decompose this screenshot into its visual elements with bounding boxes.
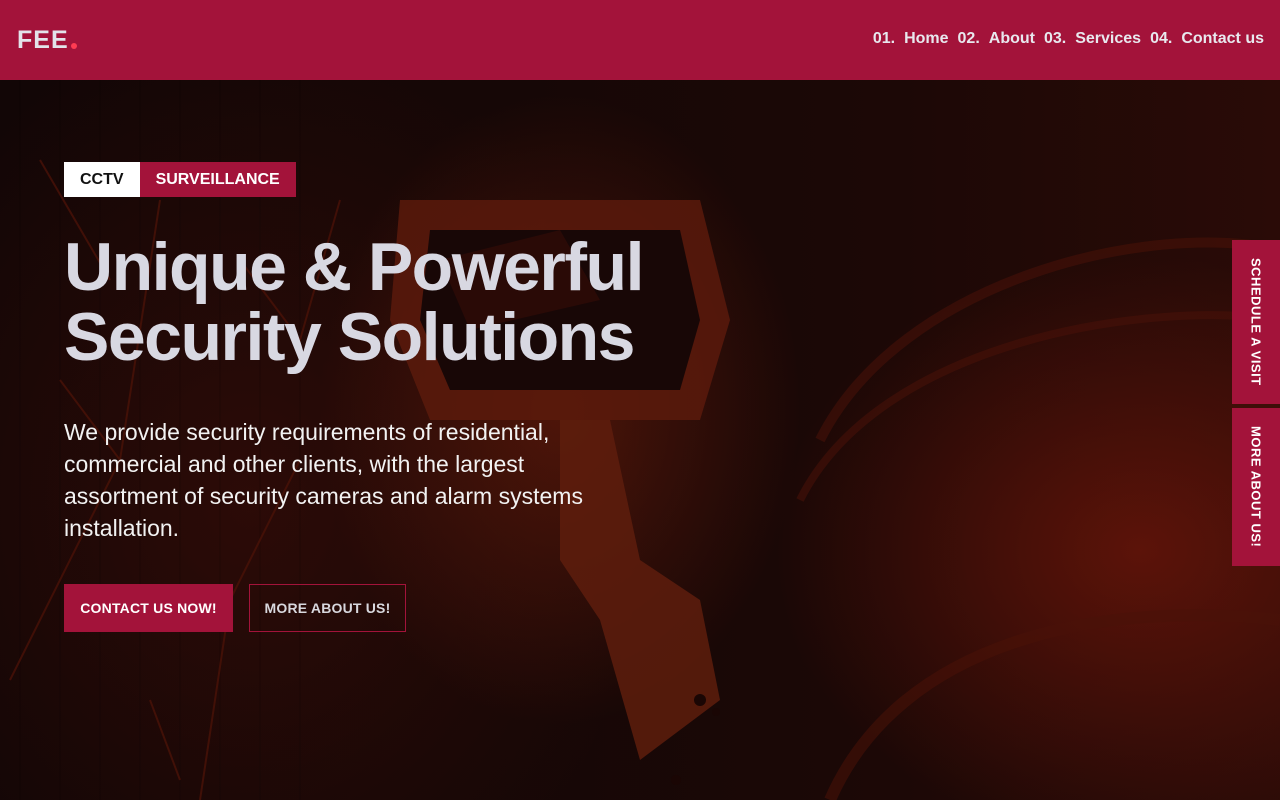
nav-number: 04. (1150, 30, 1173, 47)
headline-line-1: Unique & Powerful (64, 229, 644, 305)
nav-number: 02. (957, 30, 980, 47)
nav-item-contact[interactable]: 04. Contact us (1150, 30, 1264, 48)
nav-label: Home (904, 30, 949, 47)
hero-headline: Unique & Powerful Security Solutions (64, 232, 784, 372)
nav-label: Services (1075, 30, 1142, 47)
nav-number: 01. (872, 30, 896, 47)
logo[interactable]: FEE (17, 26, 77, 55)
main-nav: 01. Home 02. About 03. Services 04. Cont… (873, 30, 1264, 48)
site-header: FEE 01. Home 02. About 03. Services 04. … (0, 0, 1280, 80)
nav-item-services[interactable]: 03. Services (1044, 30, 1141, 48)
nav-item-about[interactable]: 02. About (958, 30, 1035, 48)
hero-description: We provide security requirements of resi… (64, 419, 583, 541)
contact-us-button[interactable]: CONTACT US NOW! (64, 584, 233, 632)
nav-label: Contact us (1181, 30, 1264, 47)
more-about-us-button[interactable]: MORE ABOUT US! (249, 584, 406, 632)
nav-number: 03. (1043, 30, 1067, 47)
hero-tags: CCTV SURVEILLANCE (64, 162, 296, 197)
headline-line-2: Security Solutions (64, 299, 636, 375)
more-about-us-tab[interactable]: MORE ABOUT US! (1232, 408, 1280, 566)
more-about-us-label: MORE ABOUT US! (1248, 426, 1264, 548)
schedule-visit-tab[interactable]: SCHEDULE A VISIT (1232, 240, 1280, 404)
nav-label: About (988, 30, 1035, 47)
tag-surveillance: SURVEILLANCE (139, 162, 296, 197)
logo-dot (70, 42, 77, 49)
schedule-visit-label: SCHEDULE A VISIT (1248, 258, 1264, 386)
nav-item-home[interactable]: 01. Home (873, 30, 949, 48)
tag-cctv: CCTV (64, 162, 140, 197)
logo-text: FEE (17, 25, 69, 54)
